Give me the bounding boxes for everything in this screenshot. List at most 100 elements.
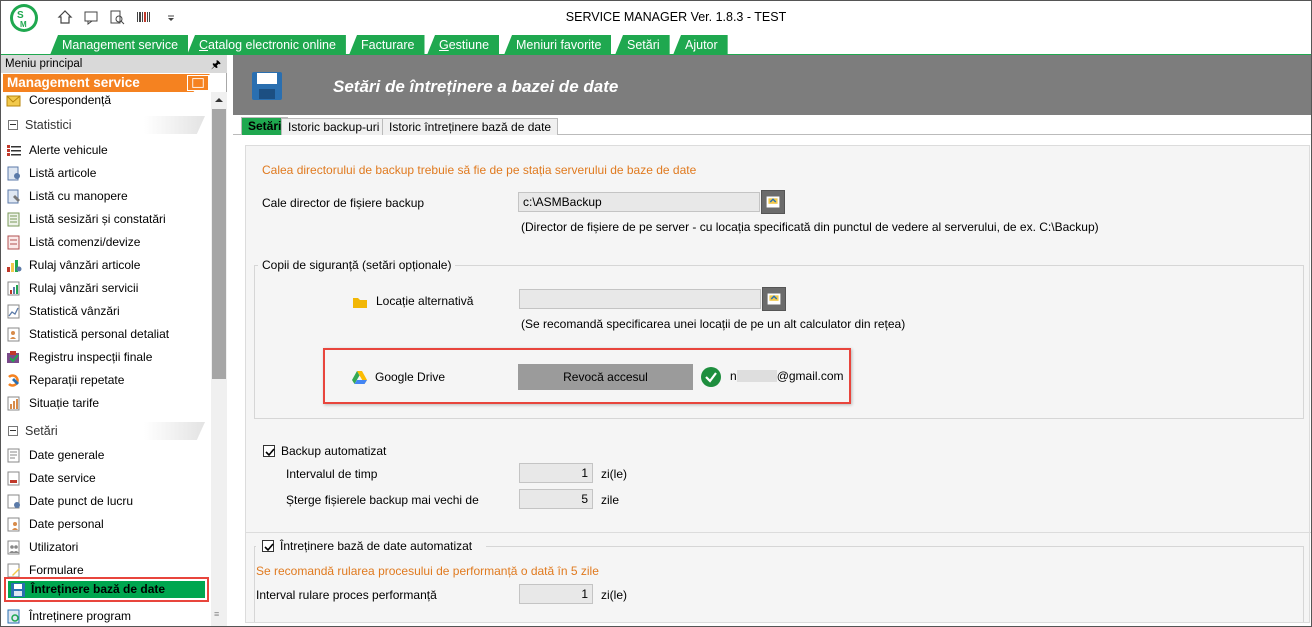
menu-catalog-label: atalog electronic online [208,38,336,52]
menu-setari[interactable]: Setări [615,35,670,55]
menu-facturare[interactable]: Facturare [349,35,425,55]
sidebar-item-label: Listă cu manopere [29,189,128,203]
sidebar-item-situatie-tarife[interactable]: Situație tarife [6,393,206,413]
program-maintenance-icon [7,609,20,624]
resize-grip-icon[interactable]: ≡ [214,609,224,619]
auto-backup-checkbox[interactable] [263,445,275,457]
app-window: S M SERVICE MANAGER Ver. 1.8.3 - TEST Ma… [0,0,1312,627]
workpoint-data-icon [7,494,20,509]
sidebar-item-reparatii-repetate[interactable]: Reparații repetate [6,370,206,390]
sidebar-item-label: Statistică personal detaliat [29,327,170,341]
sidebar-item-statistica-vanzari[interactable]: Statistică vânzări [6,301,206,321]
sidebar-item-label: Utilizatori [29,540,79,554]
menu-meniuri-favorite[interactable]: Meniuri favorite [504,35,612,55]
collapse-icon[interactable] [8,120,18,130]
performance-interval-input[interactable]: 1 [519,584,593,604]
sidebar-item-lista-articole[interactable]: Listă articole [6,163,206,183]
settings-panel: Calea directorului de backup trebuie să … [245,145,1311,623]
browse-alt-location-icon[interactable] [762,287,786,311]
tab-istoric-backup[interactable]: Istoric backup-uri [281,118,387,135]
rates-icon [7,396,20,411]
sidebar-module-title[interactable]: Management service [3,74,210,92]
labor-icon [7,189,20,204]
sidebar-item-label: Listă articole [29,166,97,180]
sidebar-item-utilizatori[interactable]: Utilizatori [6,537,206,557]
sidebar-item-alerte-vehicule[interactable]: Alerte vehicule [6,140,206,160]
sidebar-item-label: Registru inspecții finale [29,350,153,364]
alt-location-label: Locație alternativă [376,294,474,308]
auto-maintenance-checkbox[interactable] [262,540,274,552]
sidebar-item-label: Listă sesizări și constatări [29,212,166,226]
menu-management-service[interactable]: Management service [50,35,189,55]
sidebar-item-date-personal[interactable]: Date personal [6,514,206,534]
browse-folder-icon[interactable] [761,190,785,214]
auto-backup-label: Backup automatizat [281,444,387,458]
sidebar-item-rulaj-servicii[interactable]: Rulaj vânzări servicii [6,278,206,298]
delete-older-unit: zile [601,493,620,507]
sidebar-scrollbar[interactable]: ≡ [211,92,227,626]
sidebar-item-lista-sesizari[interactable]: Listă sesizări și constatări [6,209,206,229]
sidebar-item-intretinere-baza-date[interactable]: Întreținere bază de date [4,577,209,602]
email-redaction [736,369,777,382]
page-title: Setări de întreținere a bazei de date [333,77,619,96]
main-menu-bar: Management service Catalog electronic on… [1,34,1311,55]
sidebar-item-label: Date personal [29,517,104,531]
sidebar-item-label: Rulaj vânzări servicii [29,281,139,295]
sidebar-item-label: Situație tarife [29,396,100,410]
personal-statistics-icon [7,327,20,342]
scrollbar-thumb[interactable] [212,109,226,379]
sidebar-item-lista-manopere[interactable]: Listă cu manopere [6,186,206,206]
backup-dir-input[interactable]: c:\ASMBackup [518,192,760,212]
sidebar-item-corespondenta[interactable]: Corespondență [6,92,206,110]
delete-older-input[interactable]: 5 [519,489,593,509]
performance-note: Se recomandă rularea procesului de perfo… [256,564,599,578]
main-menu-sidebar: Meniu principal 🖈 Management service Cor… [1,55,227,626]
scroll-up-icon[interactable] [211,92,227,108]
app-title: SERVICE MANAGER Ver. 1.8.3 - TEST [565,10,787,24]
alt-location-input[interactable] [519,289,761,309]
menu-catalog-electronic-online[interactable]: Catalog electronic online [187,35,346,55]
copies-legend: Copii de siguranță (setări opționale) [258,258,456,272]
collapse-icon[interactable] [8,426,18,436]
articles-icon [7,166,20,181]
content-area: Setări de întreținere a bazei de date Se… [233,55,1311,626]
google-drive-row: Google Drive Revocă accesul n @gmail.com [323,348,851,404]
tab-istoric-intretinere[interactable]: Istoric întreținere bază de date [382,118,559,135]
interval-input[interactable]: 1 [519,463,593,483]
revoke-access-button[interactable]: Revocă accesul [518,364,693,390]
sidebar-group-setari[interactable]: Setări [1,420,205,442]
alert-list-icon [7,145,21,156]
sidebar-item-lista-comenzi[interactable]: Listă comenzi/devize [6,232,206,252]
sidebar-item-label: Statistică vânzări [29,304,120,318]
alt-location-hint: (Se recomandă specificarea unei locații … [521,317,906,331]
sidebar-item-label: Întreținere program [29,609,132,623]
sidebar-item-label: Alerte vehicule [29,143,108,157]
repeated-repairs-icon [8,374,19,387]
folder-icon [353,298,367,308]
sidebar-item-rulaj-articole[interactable]: Rulaj vânzări articole [6,255,206,275]
maintenance-fieldset [254,546,1304,622]
sidebar-item-statistica-personal[interactable]: Statistică personal detaliat [6,324,206,344]
section-divider [246,532,1311,533]
sidebar-item-date-service[interactable]: Date service [6,468,206,488]
sidebar-item-label: Listă comenzi/devize [29,235,141,249]
sales-articles-icon [7,260,22,272]
sidebar-item-date-punct-lucru[interactable]: Date punct de lucru [6,491,206,511]
pin-icon[interactable]: 🖈 [211,56,221,74]
sidebar-item-intretinere-program[interactable]: Întreținere program [6,606,206,626]
email-prefix: n [730,369,737,383]
menu-gestiune[interactable]: Gestiune [427,35,500,55]
sidebar-group-statistici[interactable]: Statistici [1,114,205,136]
backup-path-note: Calea directorului de backup trebuie să … [262,163,697,177]
sidebar-item-registru-inspectii[interactable]: Registru inspecții finale [6,347,206,367]
performance-interval-label: Interval rulare proces performanță [256,588,437,602]
sidebar-item-date-generale[interactable]: Date generale [6,445,206,465]
general-data-icon [7,448,20,463]
module-switch-icon[interactable] [187,75,209,91]
findings-list-icon [7,212,20,227]
sidebar-header: Meniu principal 🖈 [1,55,227,73]
title-bar: S M SERVICE MANAGER Ver. 1.8.3 - TEST [1,1,1311,34]
google-drive-label: Google Drive [375,370,446,384]
menu-ajutor[interactable]: Ajutor [673,35,728,55]
sales-services-icon [7,281,20,296]
